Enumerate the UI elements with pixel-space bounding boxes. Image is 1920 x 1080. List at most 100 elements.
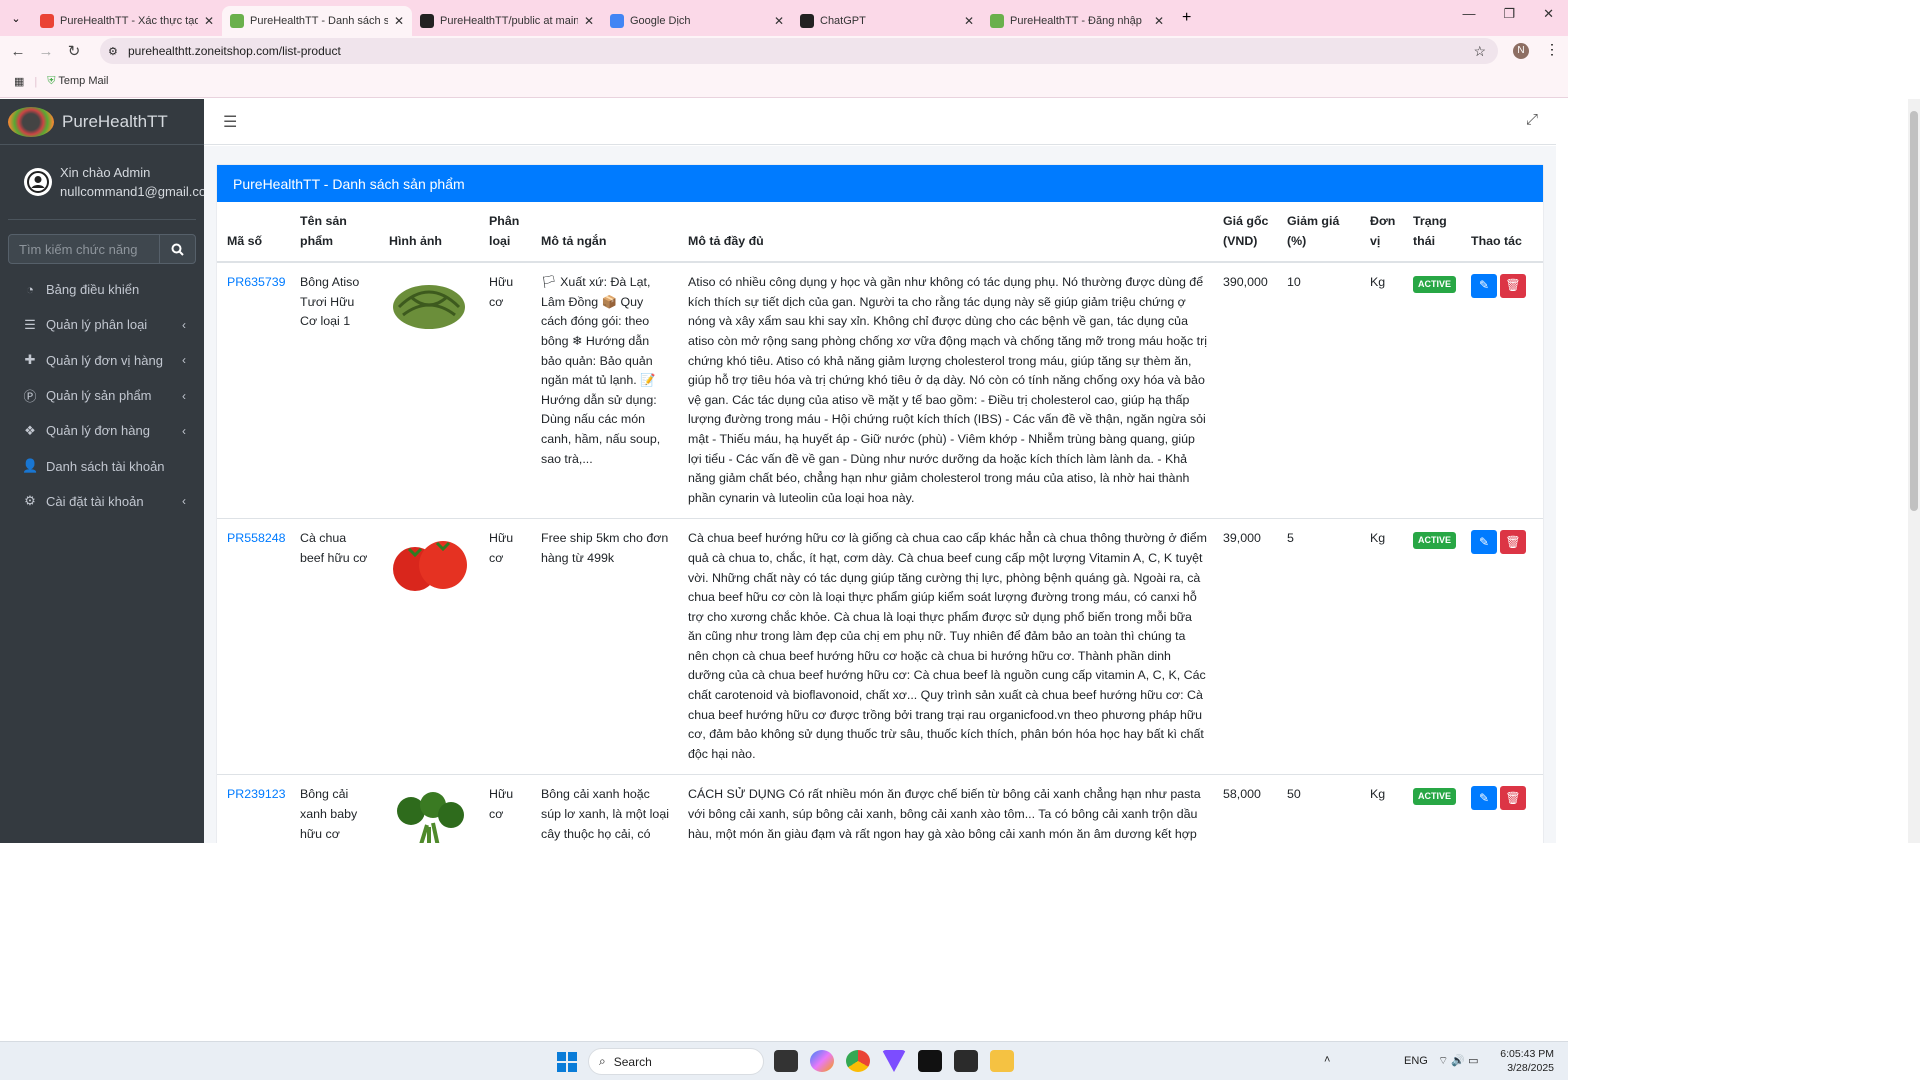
- edit-button[interactable]: ✎: [1471, 274, 1497, 299]
- browser-tab[interactable]: ChatGPT ✕: [792, 6, 982, 36]
- browser-tab[interactable]: PureHealthTT/public at main · n ✕: [412, 6, 602, 36]
- hamburger-menu-icon[interactable]: ☰: [223, 112, 237, 132]
- site-icon: [230, 14, 244, 28]
- cell-code: PR635739: [217, 261, 290, 519]
- browser-tab[interactable]: PureHealthTT - Xác thực tạo tài ✕: [32, 6, 222, 36]
- sidebar-item[interactable]: ❖ Quản lý đơn hàng ‹: [0, 413, 204, 448]
- product-code-link[interactable]: PR239123: [227, 787, 286, 801]
- terminal-icon[interactable]: [954, 1050, 978, 1072]
- cell-status: ACTIVE: [1403, 774, 1461, 843]
- sidebar-item[interactable]: ✚ Quản lý đơn vị hàng ‹: [0, 343, 204, 378]
- github-icon: [420, 14, 434, 28]
- bookmark-label: Temp Mail: [58, 75, 109, 87]
- sidebar-item[interactable]: ⚙ Cài đặt tài khoản ‹: [0, 484, 204, 519]
- browser-tab-strip: ⌄ PureHealthTT - Xác thực tạo tài✕PureHe…: [0, 0, 1568, 36]
- edit-icon: ✎: [1478, 534, 1490, 549]
- bookmark-temp-mail[interactable]: ⛨ Temp Mail: [47, 75, 108, 88]
- tab-search-icon[interactable]: ⌄: [0, 12, 32, 25]
- bookmark-star-icon[interactable]: ☆: [1473, 43, 1486, 60]
- delete-button[interactable]: 🗑: [1500, 786, 1526, 811]
- browser-tab[interactable]: Google Dịch ✕: [602, 6, 792, 36]
- delete-button[interactable]: 🗑: [1500, 530, 1526, 555]
- close-tab-icon[interactable]: ✕: [394, 14, 404, 28]
- url-input[interactable]: ⚙ purehealthtt.zoneitshop.com/list-produc…: [100, 38, 1498, 64]
- product-code-link[interactable]: PR635739: [227, 275, 286, 289]
- cell-name: Bông cải xanh baby hữu cơ: [290, 774, 379, 843]
- shield-icon: ⛨: [47, 75, 56, 87]
- user-panel: Xin chào Admin nullcommand1@gmail.com: [8, 145, 204, 220]
- cell-price: 390,000: [1213, 261, 1277, 519]
- capcut-icon[interactable]: [918, 1050, 942, 1072]
- windows-start-icon[interactable]: [557, 1052, 577, 1072]
- clock[interactable]: 6:05:43 PM 3/28/2025: [1500, 1047, 1554, 1075]
- close-tab-icon[interactable]: ✕: [964, 14, 974, 28]
- table-row: PR558248 Cà chua beef hữu cơ Hữu cơ Free sh…: [217, 518, 1543, 775]
- cell-actions: ✎ 🗑: [1461, 518, 1543, 775]
- product-code-link[interactable]: PR558248: [227, 531, 286, 545]
- new-tab-button[interactable]: +: [1172, 9, 1201, 27]
- edit-button[interactable]: ✎: [1471, 530, 1497, 555]
- content-wrapper: PureHealthTT - Danh sách sản phẩm Mã số T…: [204, 146, 1556, 843]
- column-header: Hình ảnh: [379, 202, 479, 264]
- sidebar-item[interactable]: 👤 Danh sách tài khoản: [0, 448, 204, 483]
- chrome-icon[interactable]: [846, 1050, 870, 1072]
- minimize-icon[interactable]: —: [1462, 6, 1475, 22]
- scrollbar-thumb[interactable]: [1910, 111, 1918, 511]
- card-title: PureHealthTT - Danh sách sản phẩm: [233, 175, 465, 192]
- cell-unit: Kg: [1360, 261, 1403, 519]
- tray-chevron-icon[interactable]: ˄: [1324, 1054, 1330, 1066]
- file-explorer-icon[interactable]: [990, 1050, 1014, 1072]
- close-tab-icon[interactable]: ✕: [774, 14, 784, 28]
- fullscreen-icon[interactable]: ⤢: [1526, 111, 1538, 128]
- cell-category: Hữu cơ: [479, 518, 531, 775]
- sidebar-search-input[interactable]: [9, 235, 159, 263]
- cell-discount: 10: [1277, 261, 1360, 519]
- browser-menu-icon[interactable]: ⋮: [1545, 41, 1559, 58]
- cell-full-description: CÁCH SỬ DỤNG Có rất nhiều món ăn được ch…: [678, 774, 1213, 843]
- back-icon[interactable]: ←: [4, 43, 32, 60]
- restore-icon[interactable]: ❐: [1503, 6, 1515, 22]
- clock-time: 6:05:43 PM: [1500, 1048, 1554, 1060]
- language-indicator[interactable]: ENG: [1404, 1055, 1428, 1067]
- profile-avatar[interactable]: N: [1513, 43, 1529, 59]
- cell-unit: Kg: [1360, 518, 1403, 775]
- sidebar-item[interactable]: ◔ Bảng điều khiển: [0, 272, 204, 307]
- tab-title: Google Dịch: [630, 15, 691, 27]
- tab-title: PureHealthTT - Đăng nhập: [1010, 15, 1142, 27]
- product-image: [389, 535, 473, 600]
- sidebar-item[interactable]: ☰ Quản lý phân loại ‹: [0, 307, 204, 342]
- site-icon: [990, 14, 1004, 28]
- copilot-icon[interactable]: [810, 1050, 834, 1072]
- wifi-icon[interactable]: ⌔ 🔊 ▭: [1438, 1054, 1479, 1068]
- close-tab-icon[interactable]: ✕: [204, 14, 214, 28]
- delete-button[interactable]: 🗑: [1500, 274, 1526, 299]
- cell-unit: Kg: [1360, 774, 1403, 843]
- cell-category: Hữu cơ: [479, 261, 531, 519]
- edit-icon: ✎: [1478, 278, 1490, 293]
- apps-grid-icon[interactable]: ▦: [14, 75, 24, 88]
- close-window-icon[interactable]: ✕: [1543, 6, 1554, 22]
- close-tab-icon[interactable]: ✕: [1154, 14, 1164, 28]
- edit-button[interactable]: ✎: [1471, 786, 1497, 811]
- cell-image: [379, 261, 479, 519]
- brand-link[interactable]: PureHealthTT: [0, 99, 204, 145]
- table-row: PR239123 Bông cải xanh baby hữu cơ Hữu cơ B…: [217, 774, 1543, 843]
- close-tab-icon[interactable]: ✕: [584, 14, 594, 28]
- greeting: Xin chào Admin: [60, 165, 151, 180]
- taskview-icon[interactable]: [774, 1050, 798, 1072]
- cell-status: ACTIVE: [1403, 518, 1461, 775]
- sidebar-item[interactable]: Ⓟ Quản lý sản phẩm ‹: [0, 378, 204, 413]
- cell-name: Cà chua beef hữu cơ: [290, 518, 379, 775]
- product-image: [389, 791, 473, 843]
- cell-short-description: Free ship 5km cho đơn hàng từ 499k: [531, 518, 678, 775]
- product-image: [389, 279, 473, 338]
- app-icon[interactable]: [882, 1050, 906, 1072]
- site-info-icon[interactable]: ⚙: [108, 45, 118, 58]
- search-button[interactable]: [159, 235, 195, 263]
- browser-tab[interactable]: PureHealthTT - Danh sách sản p ✕: [222, 6, 412, 36]
- browser-tab[interactable]: PureHealthTT - Đăng nhập ✕: [982, 6, 1172, 36]
- page-scrollbar[interactable]: [1908, 99, 1920, 843]
- taskbar-search[interactable]: ⌕ Search: [588, 1048, 764, 1075]
- reload-icon[interactable]: ↻: [60, 42, 88, 60]
- forward-icon[interactable]: →: [32, 43, 60, 60]
